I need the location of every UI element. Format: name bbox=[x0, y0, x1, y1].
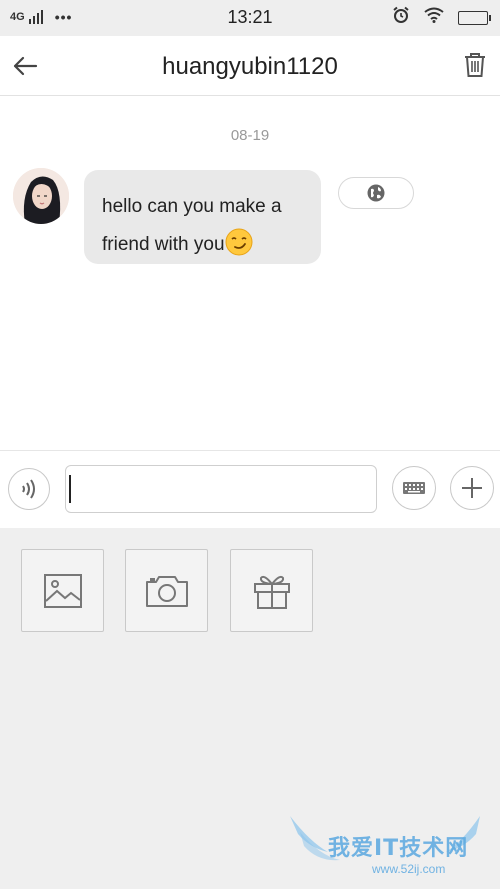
more-options-button[interactable] bbox=[450, 466, 494, 510]
page-title: huangyubin1120 bbox=[162, 53, 338, 80]
image-picker-button[interactable] bbox=[21, 549, 104, 632]
watermark-url: www.52ij.com bbox=[372, 862, 446, 876]
wifi-icon bbox=[424, 7, 444, 28]
status-right bbox=[392, 6, 491, 29]
gift-icon bbox=[253, 575, 290, 609]
gift-button[interactable] bbox=[230, 549, 313, 632]
voice-wave-icon bbox=[22, 479, 35, 499]
message-text: hello can you make a friend with you bbox=[102, 196, 282, 255]
alarm-icon bbox=[392, 6, 410, 29]
image-icon bbox=[43, 573, 82, 608]
trash-icon bbox=[465, 53, 485, 77]
composer bbox=[0, 451, 500, 528]
camera-button[interactable] bbox=[125, 549, 208, 632]
watermark-text: 我爱IT技术网 bbox=[328, 836, 469, 861]
camera-icon bbox=[145, 575, 188, 607]
message-date: 08-19 bbox=[230, 127, 270, 144]
avatar[interactable] bbox=[13, 168, 69, 224]
smirk-face-emoji bbox=[225, 228, 253, 256]
delete-conversation-button[interactable] bbox=[460, 50, 490, 80]
keyboard-icon bbox=[403, 482, 425, 494]
chat-header: huangyubin1120 bbox=[0, 36, 500, 96]
plus-icon bbox=[462, 478, 482, 498]
message-input[interactable] bbox=[65, 465, 377, 513]
globe-icon bbox=[367, 184, 385, 202]
keyboard-button[interactable] bbox=[392, 466, 436, 510]
watermark: 我爱IT技术网 www.52ij.com bbox=[280, 812, 500, 889]
text-cursor bbox=[69, 475, 71, 503]
status-bar: 4G ••• 13:21 bbox=[0, 0, 500, 36]
voice-button[interactable] bbox=[8, 468, 50, 510]
message-bubble[interactable]: hello can you make a friend with you bbox=[84, 170, 321, 264]
translate-button[interactable] bbox=[338, 177, 414, 209]
battery-icon bbox=[458, 10, 491, 25]
